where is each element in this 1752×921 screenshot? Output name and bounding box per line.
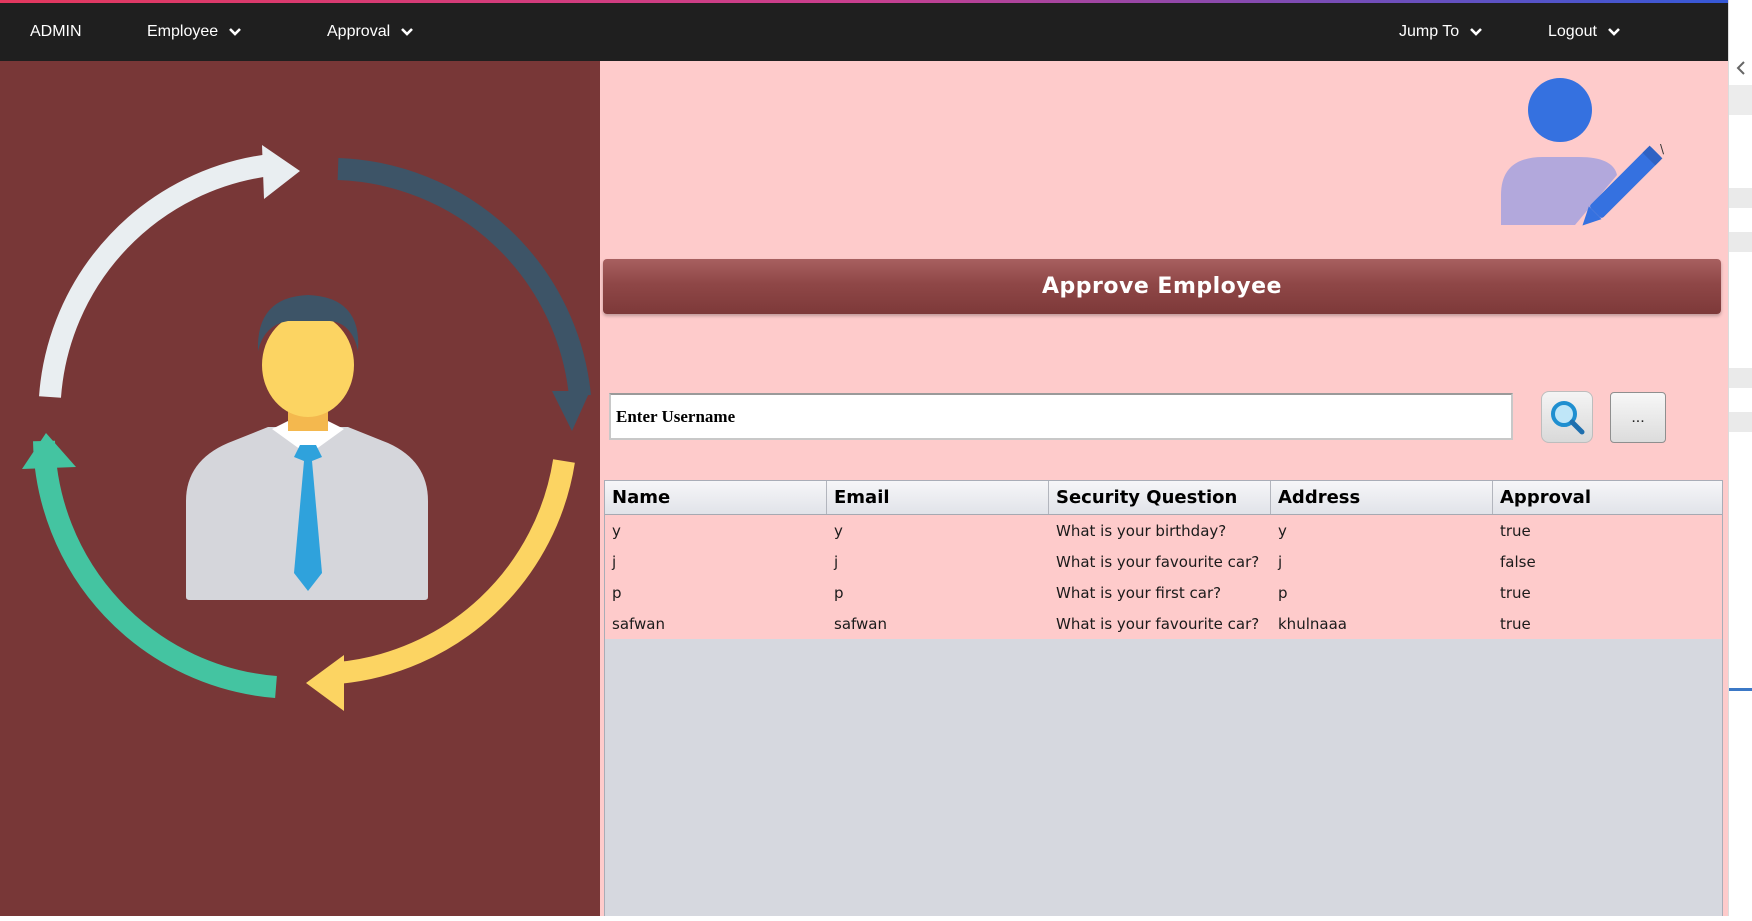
cell-address: p (1278, 583, 1288, 602)
cell-security-question: What is your birthday? (1056, 521, 1227, 540)
cell-approval: true (1500, 583, 1531, 602)
chevron-left-icon[interactable] (1734, 60, 1748, 76)
scroll-segment (1729, 85, 1752, 115)
nav-logout-menu[interactable]: Logout (1548, 3, 1621, 61)
nav-employee-menu[interactable]: Employee (147, 3, 242, 61)
chevron-down-icon (1608, 28, 1620, 36)
chevron-down-icon (229, 28, 242, 36)
cell-email: safwan (834, 614, 887, 633)
cell-email: y (834, 521, 843, 540)
cell-address: y (1278, 521, 1287, 540)
navbar: ADMIN Employee Approval Jump To Logout (0, 3, 1728, 61)
table-row[interactable]: p p What is your first car? p true (605, 577, 1722, 608)
table-row[interactable]: j j What is your favourite car? j false (605, 546, 1722, 577)
page-title-bar: Approve Employee (603, 259, 1721, 314)
nav-employee-label: Employee (147, 23, 219, 40)
cell-address: khulnaaa (1278, 614, 1347, 633)
scroll-indicator (1729, 688, 1752, 691)
employee-cycle-illustration (22, 145, 591, 711)
chevron-down-icon (401, 28, 414, 36)
page-title: Approve Employee (1042, 274, 1282, 299)
cell-security-question: What is your first car? (1056, 583, 1222, 602)
nav-approval-label: Approval (327, 23, 391, 40)
employee-table: Name Email Security Question Address App… (604, 480, 1723, 916)
user-edit-icon: \ (1501, 78, 1665, 226)
scroll-segment (1729, 412, 1752, 432)
nav-approval-menu[interactable]: Approval (327, 3, 414, 61)
cell-email: j (834, 552, 839, 571)
side-scroll-strip[interactable] (1728, 0, 1752, 916)
browse-button[interactable]: ... (1610, 392, 1666, 443)
chevron-down-icon (1470, 28, 1483, 36)
cell-security-question: What is your favourite car? (1056, 614, 1260, 633)
nav-jump-to-menu[interactable]: Jump To (1399, 3, 1483, 61)
nav-admin-label: ADMIN (30, 23, 82, 40)
table-row[interactable]: safwan safwan What is your favourite car… (605, 608, 1722, 639)
scroll-segment (1729, 368, 1752, 388)
nav-admin-brand[interactable]: ADMIN (30, 3, 82, 61)
svg-text:\: \ (1660, 142, 1665, 156)
cell-email: p (834, 583, 844, 602)
cell-address: j (1278, 552, 1283, 571)
search-icon (1551, 401, 1585, 435)
column-header-approval[interactable]: Approval (1493, 481, 1722, 514)
cell-approval: true (1500, 614, 1531, 633)
cell-name: y (612, 521, 621, 540)
table-row[interactable]: y y What is your birthday? y true (605, 515, 1722, 546)
column-header-security-question[interactable]: Security Question (1049, 481, 1271, 514)
scroll-segment (1729, 188, 1752, 208)
cell-approval: true (1500, 521, 1531, 540)
browse-button-label: ... (1631, 408, 1645, 426)
table-header: Name Email Security Question Address App… (605, 481, 1722, 515)
cell-name: j (612, 552, 617, 571)
cell-name: safwan (612, 614, 665, 633)
left-illustration-panel (0, 61, 600, 916)
cell-security-question: What is your favourite car? (1056, 552, 1260, 571)
nav-logout-label: Logout (1548, 23, 1597, 40)
scroll-segment (1729, 232, 1752, 252)
column-header-email[interactable]: Email (827, 481, 1049, 514)
column-header-address[interactable]: Address (1271, 481, 1493, 514)
nav-jump-to-label: Jump To (1399, 23, 1460, 40)
search-button[interactable] (1541, 391, 1593, 443)
cell-approval: false (1500, 552, 1536, 571)
username-search-input[interactable] (609, 393, 1513, 440)
column-header-name[interactable]: Name (605, 481, 827, 514)
cell-name: p (612, 583, 622, 602)
